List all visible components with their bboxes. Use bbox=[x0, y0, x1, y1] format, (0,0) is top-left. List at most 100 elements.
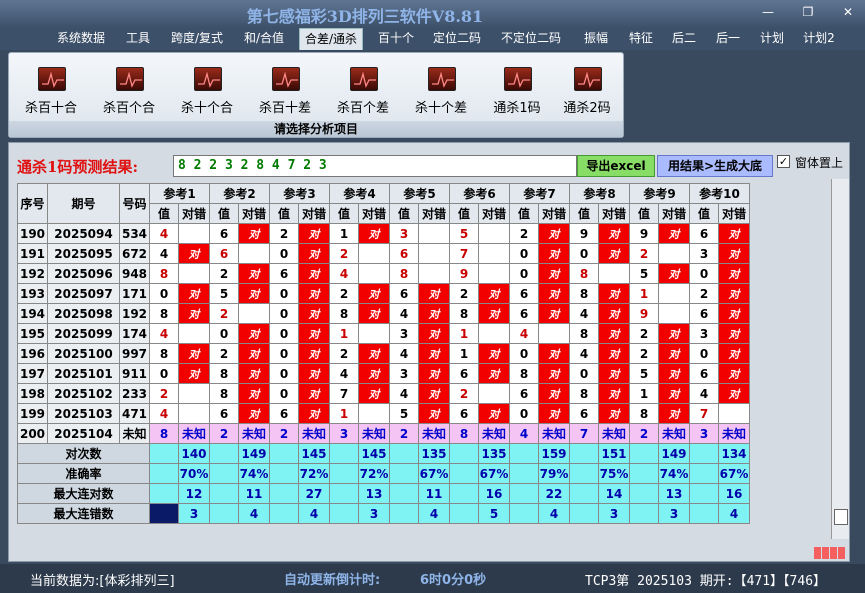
cell-miss bbox=[658, 283, 690, 304]
ribbon-button-5[interactable]: 杀十个差 bbox=[403, 61, 479, 117]
menu-item-1[interactable]: 工具 bbox=[120, 28, 156, 50]
menu-item-11[interactable]: 后一 bbox=[710, 28, 746, 50]
maximize-button[interactable]: ❐ bbox=[796, 3, 820, 21]
menu-item-2[interactable]: 跨度/复式 bbox=[165, 28, 229, 50]
title-bar: 第七感福彩3D排列三软件V8.81 — ❐ ✕ bbox=[0, 0, 865, 28]
cell-period: 2025103 bbox=[47, 403, 120, 424]
cell-hit: 对 bbox=[178, 363, 210, 384]
menu-item-5[interactable]: 百十个 bbox=[374, 28, 418, 50]
vertical-scrollbar[interactable] bbox=[831, 179, 849, 539]
cell-value: 0 bbox=[509, 403, 539, 424]
stats-value: 140 bbox=[178, 443, 210, 464]
cell-hit: 对 bbox=[478, 363, 510, 384]
menu-item-12[interactable]: 计划 bbox=[756, 28, 788, 50]
prediction-result-field[interactable]: 8 2 2 3 2 8 4 7 2 3 bbox=[173, 155, 577, 177]
stats-spacer bbox=[329, 443, 359, 464]
cell-value: 2 bbox=[329, 243, 359, 264]
table-row[interactable]: 193 2025097 171 0 对 5 对 0 对 2 对 6 对 2 对 6 对 8 对 1 2 对 bbox=[17, 283, 750, 304]
cell-hit: 对 bbox=[718, 303, 750, 324]
cell-hit: 对 bbox=[718, 383, 750, 404]
cell-number: 948 bbox=[119, 263, 150, 284]
menu-item-3[interactable]: 和/合值 bbox=[238, 28, 290, 50]
topmost-checkbox[interactable]: ✓ bbox=[777, 155, 790, 168]
menu-item-8[interactable]: 振幅 bbox=[578, 28, 614, 50]
prediction-label: 通杀1码预测结果: bbox=[17, 158, 138, 176]
header-value: 值 bbox=[689, 203, 719, 224]
stats-spacer bbox=[329, 483, 359, 504]
cell-hit: 对 bbox=[538, 383, 570, 404]
ribbon-button-1[interactable]: 杀百个合 bbox=[91, 61, 167, 117]
menu-item-6[interactable]: 定位二码 bbox=[428, 28, 486, 50]
stats-value: 79% bbox=[538, 463, 570, 484]
stats-spacer bbox=[509, 443, 539, 464]
menu-item-4[interactable]: 合差/通杀 bbox=[299, 28, 363, 50]
cell-number: 171 bbox=[119, 283, 150, 304]
cell-period: 2025104 bbox=[47, 423, 120, 444]
cell-hit: 对 bbox=[238, 283, 270, 304]
ribbon-button-2[interactable]: 杀十个合 bbox=[169, 61, 245, 117]
cell-hit: 对 bbox=[598, 223, 630, 244]
header-result: 对错 bbox=[598, 203, 630, 224]
cell-hit: 对 bbox=[298, 303, 330, 324]
cell-future-result: 未知 bbox=[538, 423, 570, 444]
cell-hit: 对 bbox=[478, 343, 510, 364]
header-ref: 参考2 bbox=[209, 183, 270, 204]
table-row[interactable]: 197 2025101 911 0 对 8 对 0 对 4 对 3 对 6 对 8 对 0 对 5 对 6 对 bbox=[17, 363, 750, 384]
stats-spacer bbox=[269, 463, 299, 484]
table-row[interactable]: 196 2025100 997 8 对 2 对 0 对 2 对 4 对 1 对 0 对 4 对 2 对 0 对 bbox=[17, 343, 750, 364]
stats-row: 准确率 70% 74% 72% 72% 67% 67% 79% 75% 74% 67% bbox=[17, 463, 750, 484]
cell-period: 2025096 bbox=[47, 263, 120, 284]
cell-hit: 对 bbox=[418, 363, 450, 384]
cell-hit: 对 bbox=[418, 303, 450, 324]
ribbon-button-6[interactable]: 通杀1码 bbox=[479, 61, 555, 117]
cell-value: 0 bbox=[269, 323, 299, 344]
cell-value: 0 bbox=[269, 363, 299, 384]
header-ref: 参考6 bbox=[449, 183, 510, 204]
ribbon-button-4[interactable]: 杀百个差 bbox=[325, 61, 401, 117]
table-row[interactable]: 195 2025099 174 4 0 对 0 对 1 3 对 1 4 8 对 2 对 3 对 bbox=[17, 323, 750, 344]
cell-period: 2025094 bbox=[47, 223, 120, 244]
stats-value: 67% bbox=[478, 463, 510, 484]
cell-miss bbox=[418, 223, 450, 244]
generate-base-button[interactable]: 用结果>生成大底 bbox=[657, 155, 773, 177]
cell-hit: 对 bbox=[418, 383, 450, 404]
cell-hit: 对 bbox=[598, 283, 630, 304]
table-row[interactable]: 199 2025103 471 4 6 对 6 对 1 5 对 6 对 0 对 6 对 8 对 7 bbox=[17, 403, 750, 424]
cell-period: 2025095 bbox=[47, 243, 120, 264]
stats-spacer bbox=[449, 483, 479, 504]
stats-spacer bbox=[629, 483, 659, 504]
stats-label: 最大连错数 bbox=[17, 503, 150, 524]
cell-hit: 对 bbox=[238, 403, 270, 424]
cell-value: 2 bbox=[329, 283, 359, 304]
table-row[interactable]: 191 2025095 672 4 对 6 0 对 2 6 7 0 对 0 对 2 3 对 bbox=[17, 243, 750, 264]
menu-item-10[interactable]: 后二 bbox=[666, 28, 702, 50]
table-row[interactable]: 192 2025096 948 8 2 对 6 对 4 8 9 0 对 8 5 对 0 对 bbox=[17, 263, 750, 284]
minimize-button[interactable]: — bbox=[756, 3, 780, 21]
stats-value: 74% bbox=[658, 463, 690, 484]
stats-label: 准确率 bbox=[17, 463, 150, 484]
ribbon-button-3[interactable]: 杀百十差 bbox=[247, 61, 323, 117]
cell-hit: 对 bbox=[598, 323, 630, 344]
stats-spacer bbox=[449, 503, 479, 524]
menu-item-9[interactable]: 特征 bbox=[623, 28, 659, 50]
menu-item-7[interactable]: 不定位二码 bbox=[496, 28, 566, 50]
menu-item-13[interactable]: 计划2 bbox=[797, 28, 841, 50]
stats-value: 4 bbox=[418, 503, 450, 524]
cell-value: 3 bbox=[689, 323, 719, 344]
cell-hit: 对 bbox=[718, 263, 750, 284]
close-button[interactable]: ✕ bbox=[836, 3, 860, 21]
cell-hit: 对 bbox=[358, 223, 390, 244]
cell-value: 0 bbox=[209, 323, 239, 344]
header-value: 值 bbox=[509, 203, 539, 224]
table-row[interactable]: 194 2025098 192 8 对 2 0 对 8 对 4 对 8 对 6 对 4 对 9 6 对 bbox=[17, 303, 750, 324]
ribbon-button-7[interactable]: 通杀2码 bbox=[549, 61, 625, 117]
scroll-thumb[interactable] bbox=[834, 509, 848, 525]
table-row[interactable]: 198 2025102 233 2 8 对 0 对 7 对 4 对 2 6 对 8 对 1 对 4 对 bbox=[17, 383, 750, 404]
export-excel-button[interactable]: 导出excel bbox=[577, 155, 655, 177]
table-row[interactable]: 190 2025094 534 4 6 对 2 对 1 对 3 5 2 对 9 对 9 对 6 对 bbox=[17, 223, 750, 244]
cell-future-value: 3 bbox=[329, 423, 359, 444]
menu-item-0[interactable]: 系统数据 bbox=[52, 28, 110, 50]
ribbon-button-0[interactable]: 杀百十合 bbox=[13, 61, 89, 117]
table-row-future[interactable]: 200 2025104 未知 8 未知 2 未知 2 未知 3 未知 2 未知 8 未知 4 未知 7 未知 2 未知 3… bbox=[17, 423, 750, 444]
cell-hit: 对 bbox=[418, 323, 450, 344]
